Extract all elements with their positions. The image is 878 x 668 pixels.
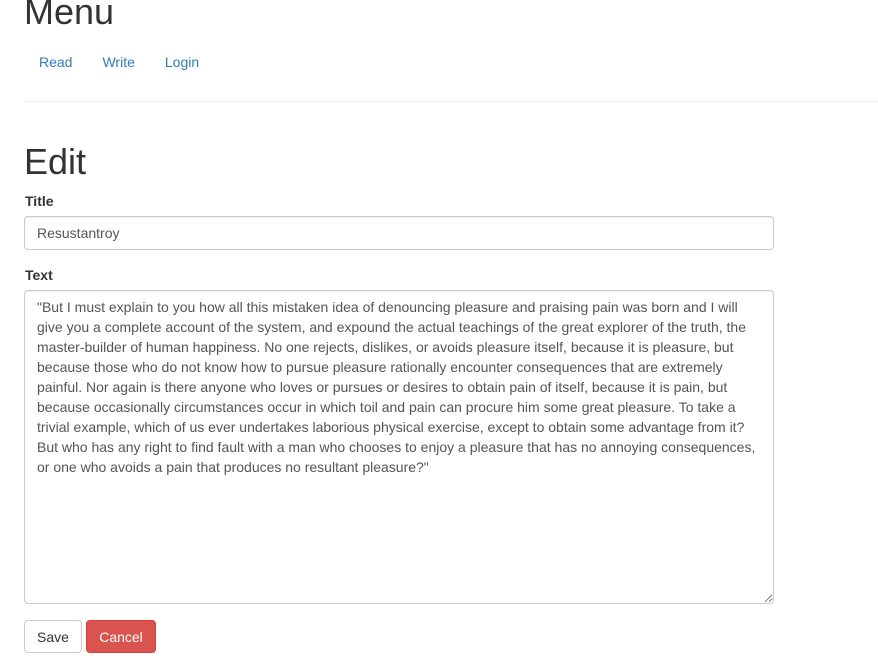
page-title: Edit <box>24 141 87 182</box>
title-input[interactable] <box>24 216 774 250</box>
nav-link-write[interactable]: Write <box>87 44 149 80</box>
text-label: Text <box>25 267 53 283</box>
nav-link-login[interactable]: Login <box>150 44 214 80</box>
save-button[interactable]: Save <box>24 620 82 653</box>
nav-link-read[interactable]: Read <box>24 44 87 80</box>
nav-item-login: Login <box>150 44 214 80</box>
cancel-button[interactable]: Cancel <box>86 620 156 653</box>
nav-item-read: Read <box>24 44 87 80</box>
page: Menu Read Write Login Edit Title Text "B… <box>0 0 878 668</box>
text-textarea[interactable]: "But I must explain to you how all this … <box>24 290 774 604</box>
menu-heading: Menu <box>24 0 115 32</box>
top-nav: Read Write Login <box>24 44 214 80</box>
nav-item-write: Write <box>87 44 149 80</box>
title-label: Title <box>25 193 54 209</box>
header-divider <box>24 101 878 102</box>
